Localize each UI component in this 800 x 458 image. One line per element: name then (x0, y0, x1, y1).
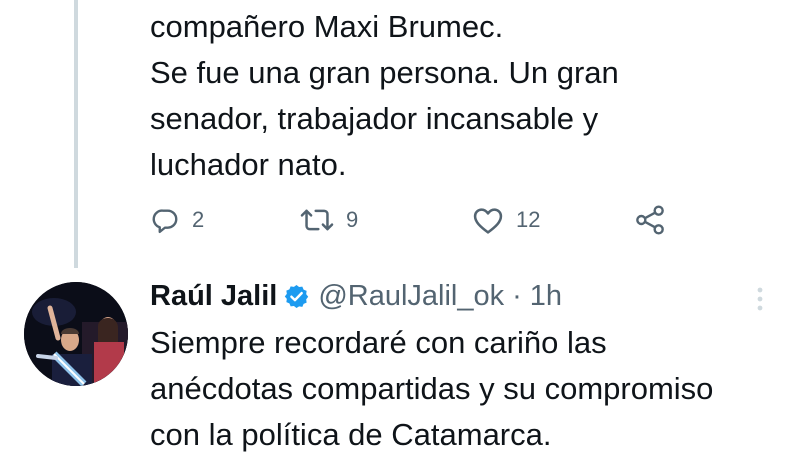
reply-icon (150, 205, 180, 235)
tweet-text-line: anécdotas compartidas y su compromiso (150, 371, 714, 406)
like-button[interactable]: 12 (472, 200, 540, 240)
more-vertical-icon[interactable] (752, 284, 768, 314)
reply-count: 2 (192, 207, 205, 232)
tweet-header: Raúl Jalil @RaulJalil_ok · 1h (150, 276, 780, 316)
reply-tweet-text: Siempre recordaré con cariño las anécdot… (150, 320, 780, 458)
tweet-text-line: Se fue una gran persona. Un gran (150, 55, 619, 90)
author-name[interactable]: Raúl Jalil (150, 280, 277, 313)
tweet-text-line: senador, trabajador incansable y (150, 101, 599, 136)
previous-tweet-text: compañero Maxi Brumec. Se fue una gran p… (150, 4, 770, 188)
tweet-action-bar: 2 9 12 (150, 200, 710, 240)
reply-tweet[interactable]: Raúl Jalil @RaulJalil_ok · 1h Siempre re… (150, 276, 780, 458)
separator-dot: · (512, 279, 522, 312)
tweet-text-line: luchador nato. (150, 147, 347, 182)
author-handle[interactable]: @RaulJalil_ok (318, 280, 504, 313)
like-count: 12 (516, 207, 541, 232)
share-icon (634, 204, 666, 236)
retweet-button[interactable]: 9 (300, 200, 358, 240)
thread-connector-line (74, 0, 78, 268)
tweet-text-line: Siempre recordaré con cariño las (150, 325, 607, 360)
avatar-photo (24, 282, 128, 386)
reply-button[interactable]: 2 (150, 200, 204, 240)
timestamp[interactable]: 1h (530, 280, 562, 313)
retweet-count: 9 (346, 207, 359, 232)
tweet-text-line: compañero Maxi Brumec. (150, 9, 504, 44)
retweet-icon (300, 205, 334, 235)
verified-badge-icon (283, 283, 310, 310)
share-button[interactable] (634, 200, 666, 240)
heart-icon (472, 205, 504, 235)
tweet-text-line: con la política de Catamarca. (150, 417, 552, 452)
avatar[interactable] (24, 282, 128, 386)
